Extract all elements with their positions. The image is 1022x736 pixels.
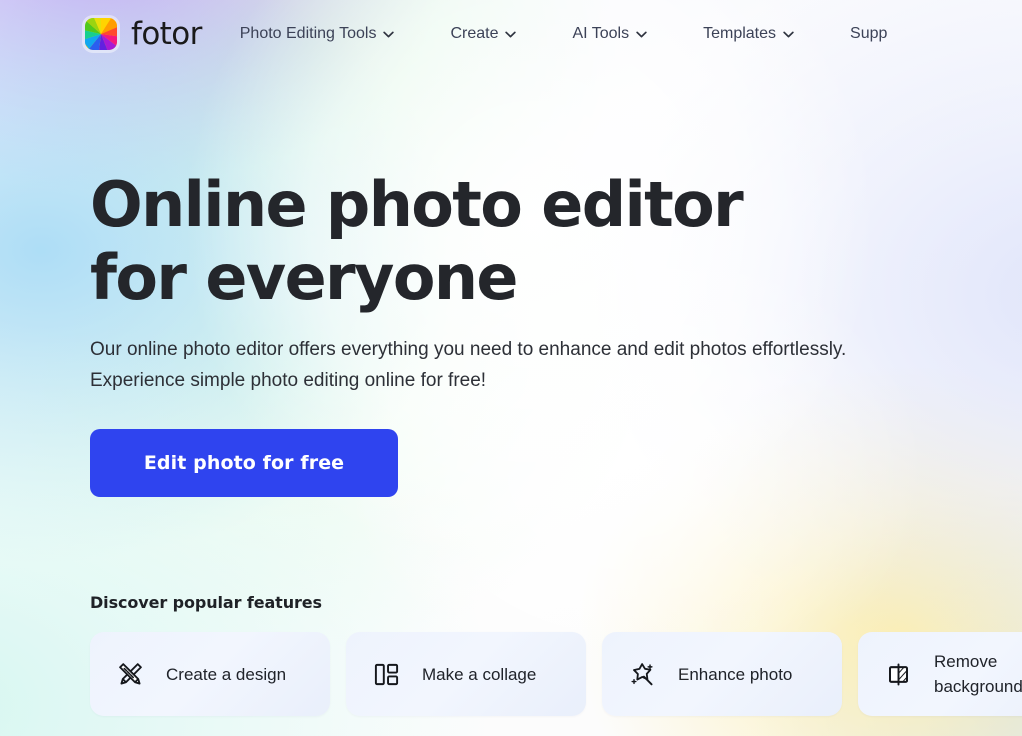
page-title: Online photo editor for everyone [90, 168, 744, 314]
nav-label: Templates [703, 25, 777, 42]
nav-item-support[interactable]: Supp [850, 17, 887, 51]
feature-card-enhance-photo[interactable]: Enhance photo [602, 632, 842, 716]
feature-label: Create a design [166, 664, 287, 684]
feature-card-create-a-design[interactable]: Create a design [90, 632, 330, 716]
nav-item-ai-tools[interactable]: AI Tools [572, 17, 647, 51]
nav-label: Create [450, 25, 499, 42]
chevron-down-icon [783, 31, 794, 37]
hero-section: Online photo editor for everyone Our onl… [0, 0, 1022, 736]
feature-label: Enhance photo [678, 664, 793, 684]
nav-item-photo-editing-tools[interactable]: Photo Editing Tools [240, 17, 395, 51]
collage-layout-icon [372, 660, 400, 688]
site-header: fotor Photo Editing Tools Create AI Tool… [0, 0, 1022, 68]
fotor-logo-badge [82, 15, 120, 53]
feature-card-remove-background[interactable]: Remove background [858, 632, 1022, 716]
fotor-landing-page: fotor Photo Editing Tools Create AI Tool… [0, 0, 1022, 736]
feature-label: Make a collage [422, 664, 537, 684]
feature-card-make-a-collage[interactable]: Make a collage [346, 632, 586, 716]
nav-label: Supp [850, 25, 888, 42]
feature-label: Remove background [934, 652, 1022, 696]
popular-features-list: Create a design Make a collage Enhance p… [90, 632, 1022, 716]
brand-logo-link[interactable]: fotor [82, 15, 202, 53]
fotor-color-wheel-logo [85, 18, 117, 50]
nav-item-templates[interactable]: Templates [703, 17, 794, 51]
hero-subtitle: Our online photo editor offers everythin… [90, 339, 847, 391]
magic-wand-sparkle-icon [628, 660, 656, 688]
edit-photo-for-free-button[interactable]: Edit photo for free [90, 429, 398, 497]
nav-item-create[interactable]: Create [450, 17, 517, 51]
nav-label: AI Tools [572, 25, 630, 42]
features-heading: Discover popular features [90, 593, 322, 612]
nav-label: Photo Editing Tools [239, 25, 377, 42]
chevron-down-icon [505, 31, 517, 37]
main-navigation: Photo Editing Tools Create AI Tools Temp… [240, 17, 888, 51]
remove-background-icon [884, 660, 912, 688]
brand-name: fotor [131, 15, 202, 52]
chevron-down-icon [636, 31, 647, 37]
pencil-ruler-cross-icon [116, 660, 144, 688]
chevron-down-icon [383, 31, 395, 37]
